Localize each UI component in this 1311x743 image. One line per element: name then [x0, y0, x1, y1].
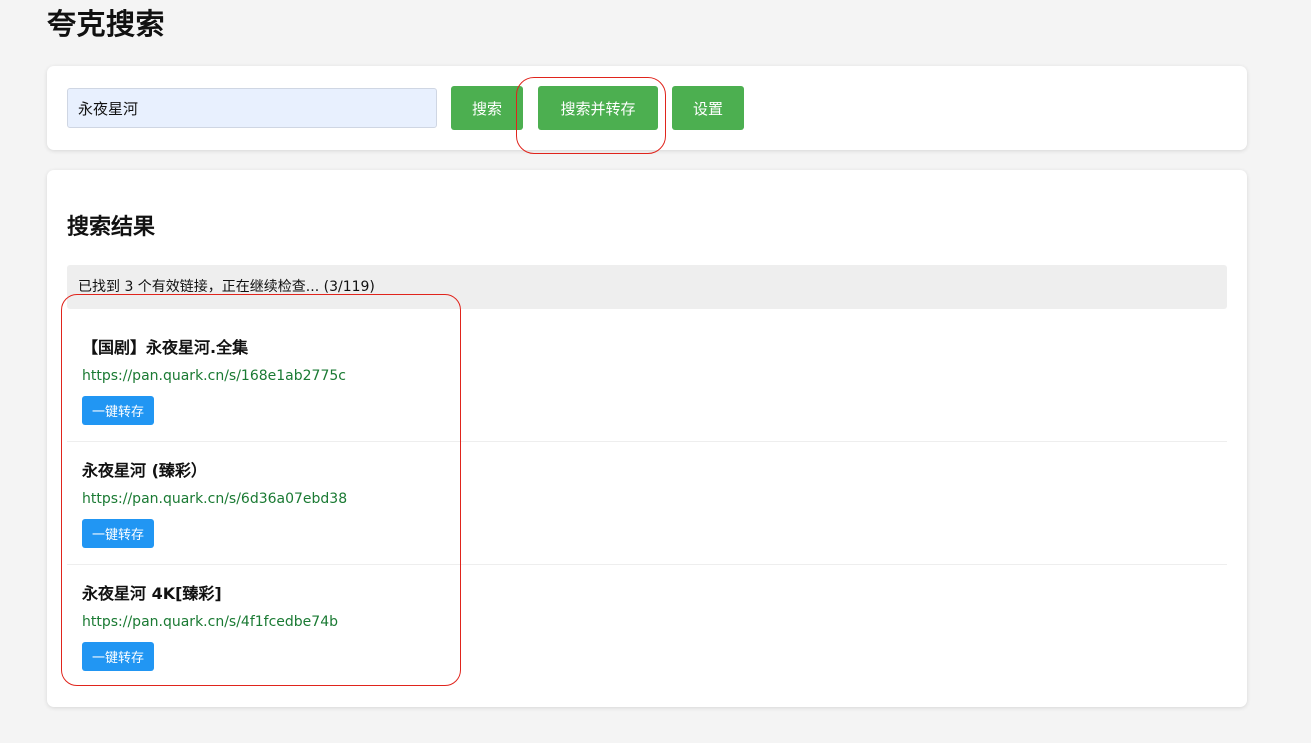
result-item: 永夜星河 4K[臻彩] https://pan.quark.cn/s/4f1fc…: [67, 565, 1227, 688]
result-link[interactable]: https://pan.quark.cn/s/6d36a07ebd38: [82, 489, 347, 509]
search-input[interactable]: [67, 88, 437, 128]
results-heading: 搜索结果: [67, 215, 156, 240]
result-item: 【国剧】永夜星河.全集 https://pan.quark.cn/s/168e1…: [67, 320, 1227, 442]
results-card: 搜索结果 已找到 3 个有效链接，正在继续检查... (3/119) 【国剧】永…: [47, 170, 1247, 707]
result-link[interactable]: https://pan.quark.cn/s/168e1ab2775c: [82, 366, 346, 386]
result-title: 永夜星河 (臻彩）: [82, 461, 207, 480]
settings-button[interactable]: 设置: [672, 86, 744, 130]
one-click-save-button[interactable]: 一键转存: [82, 519, 155, 548]
status-bar: 已找到 3 个有效链接，正在继续检查... (3/119): [67, 265, 1227, 309]
page-title: 夸克搜索: [47, 7, 166, 41]
search-card: 搜索 搜索并转存 设置: [47, 66, 1247, 150]
result-link[interactable]: https://pan.quark.cn/s/4f1fcedbe74b: [82, 612, 338, 632]
result-item: 永夜星河 (臻彩） https://pan.quark.cn/s/6d36a07…: [67, 442, 1227, 565]
search-and-save-button[interactable]: 搜索并转存: [538, 86, 658, 130]
result-list: 【国剧】永夜星河.全集 https://pan.quark.cn/s/168e1…: [67, 320, 1227, 688]
one-click-save-button[interactable]: 一键转存: [82, 642, 155, 671]
one-click-save-button[interactable]: 一键转存: [82, 396, 155, 425]
result-title: 【国剧】永夜星河.全集: [82, 338, 249, 357]
result-title: 永夜星河 4K[臻彩]: [82, 584, 222, 603]
search-button[interactable]: 搜索: [451, 86, 523, 130]
